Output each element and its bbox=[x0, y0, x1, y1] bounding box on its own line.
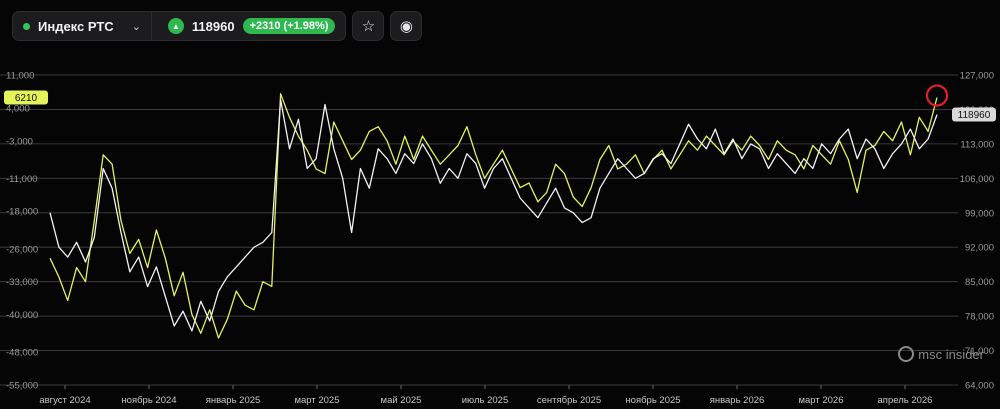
right-value-badge-text: 118960 bbox=[958, 110, 991, 121]
left-axis: 11,000 4,000 -3,000 -11,000 -18,000 -26,000 -3… bbox=[6, 71, 38, 392]
x-tick-label: ноябрь 2025 bbox=[625, 395, 680, 406]
left-value-badge-text: 6210 bbox=[15, 93, 38, 104]
x-tick-label: июль 2025 bbox=[462, 395, 509, 406]
x-tick-label: январь 2025 bbox=[206, 395, 261, 406]
grid-lines bbox=[0, 74, 958, 386]
left-tick-label: 4,000 bbox=[6, 103, 30, 114]
left-tick-label: -3,000 bbox=[6, 136, 33, 147]
left-tick-label: -55,000 bbox=[6, 381, 38, 392]
x-tick-label: апрель 2026 bbox=[878, 395, 933, 406]
brand-logo: msc insider bbox=[898, 346, 984, 362]
left-tick-label: -48,000 bbox=[6, 348, 38, 359]
left-tick-label: -40,000 bbox=[6, 310, 38, 321]
x-tick-label: сентябрь 2025 bbox=[537, 395, 601, 406]
x-tick-label: март 2025 bbox=[294, 395, 339, 406]
chart-area: 11,000 4,000 -3,000 -11,000 -18,000 -26,000 -3… bbox=[0, 71, 996, 406]
x-tick-label: январь 2026 bbox=[710, 395, 765, 406]
logo-mark-icon bbox=[898, 346, 915, 362]
right-series-line bbox=[49, 98, 938, 332]
value-badges: 6210 118960 bbox=[4, 90, 996, 122]
left-tick-label: -33,000 bbox=[6, 277, 38, 288]
right-tick-label: 106,000 bbox=[960, 174, 994, 185]
series-layer bbox=[49, 84, 949, 339]
right-tick-label: 78,000 bbox=[965, 312, 994, 323]
right-tick-label: 99,000 bbox=[965, 208, 994, 219]
left-tick-label: -18,000 bbox=[6, 207, 38, 218]
highlight-circle bbox=[925, 84, 949, 107]
right-tick-label: 127,000 bbox=[960, 71, 994, 82]
logo-text: msc insider bbox=[918, 346, 984, 362]
left-tick-label: 11,000 bbox=[6, 71, 34, 82]
x-tick-label: май 2025 bbox=[381, 395, 422, 406]
right-tick-label: 113,000 bbox=[960, 139, 994, 150]
x-tick-label: август 2024 bbox=[39, 395, 90, 406]
left-tick-label: -11,000 bbox=[6, 174, 38, 185]
left-tick-label: -26,000 bbox=[6, 244, 38, 255]
right-tick-label: 92,000 bbox=[965, 243, 994, 254]
x-tick-label: ноябрь 2024 bbox=[121, 395, 176, 406]
right-tick-label: 64,000 bbox=[965, 381, 994, 392]
x-axis: август 2024 ноябрь 2024 январь 2025 март 20… bbox=[39, 385, 932, 406]
x-tick-label: март 2026 bbox=[798, 395, 843, 406]
left-series-line bbox=[49, 93, 938, 339]
right-tick-label: 85,000 bbox=[965, 277, 994, 288]
